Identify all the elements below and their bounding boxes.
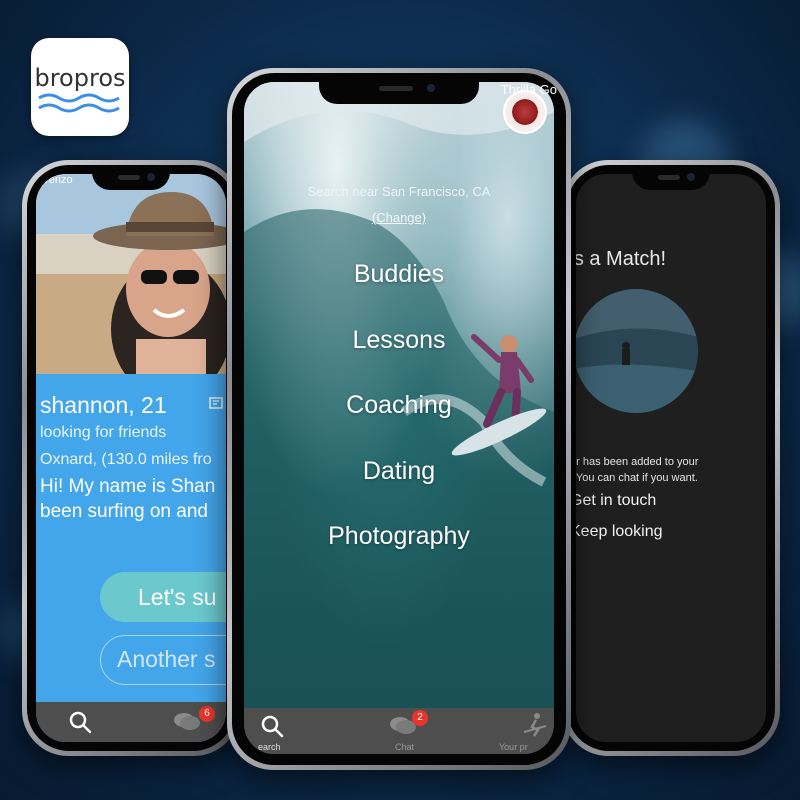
profile-photo (36, 174, 226, 374)
menu-item-lessons[interactable]: Lessons (244, 326, 554, 355)
menu-item-coaching[interactable]: Coaching (244, 391, 554, 420)
match-title: 's a Match! (576, 248, 667, 270)
profile-bio-line1: Hi! My name is Shan (40, 476, 216, 497)
tab-bar: earch 2 Chat Your pr (244, 708, 554, 754)
menu-item-photography[interactable]: Photography (244, 522, 554, 551)
notch (632, 166, 710, 190)
match-screen: 's a Match! er has been added to your . … (576, 174, 766, 742)
match-message-line2: . You can chat if you want. (576, 472, 698, 484)
profile-name: shannon, 21 (40, 392, 167, 418)
menu-item-dating[interactable]: Dating (244, 457, 554, 486)
get-in-touch-button[interactable]: Get in touch (576, 492, 656, 510)
search-icon[interactable] (260, 714, 284, 738)
avatar[interactable] (503, 90, 547, 134)
profile-location: Oxnard, (130.0 miles fro (40, 451, 212, 468)
tab-profile-label[interactable]: Your pr (499, 742, 528, 752)
another-surfer-button[interactable]: Another s (100, 635, 226, 685)
logo-text: bropros (34, 64, 125, 92)
lets-surf-button[interactable]: Let's su (100, 572, 226, 622)
notch (319, 74, 479, 104)
profile-bio-line2: been surfing on and (40, 501, 208, 521)
notch (92, 166, 170, 190)
phone-left: Verizo shannon, 21 looking for friends O… (22, 160, 240, 756)
chat-badge: 6 (199, 706, 215, 722)
flag-icon[interactable] (208, 396, 224, 412)
match-message-line1: er has been added to your (576, 456, 699, 468)
logo-mark: bropros (34, 64, 126, 113)
keep-looking-button[interactable]: Keep looking (576, 523, 663, 541)
chat-icon[interactable] (172, 710, 202, 734)
app-logo: bropros (31, 38, 129, 136)
change-location-link[interactable]: (Change) (244, 210, 554, 225)
tab-bar: 6 (36, 702, 226, 742)
search-location-label: Search near San Francisco, CA (307, 184, 491, 199)
tab-search-label[interactable]: earch (258, 742, 281, 752)
search-screen: Search near San Francisco, CA (Change) B… (244, 82, 554, 754)
tab-chat-label[interactable]: Chat (395, 742, 414, 752)
surfer-icon[interactable] (522, 712, 548, 738)
chat-badge: 2 (412, 710, 428, 726)
profile-looking-for: looking for friends (40, 424, 167, 441)
menu-item-buddies[interactable]: Buddies (244, 260, 554, 289)
carrier-label: Verizo (42, 174, 73, 186)
phone-center: Search near San Francisco, CA (Change) B… (227, 68, 571, 770)
phone-right: 's a Match! er has been added to your . … (562, 160, 780, 756)
search-icon[interactable] (68, 710, 92, 734)
match-photo (576, 289, 698, 413)
profile-screen: Verizo shannon, 21 looking for friends O… (36, 174, 226, 742)
